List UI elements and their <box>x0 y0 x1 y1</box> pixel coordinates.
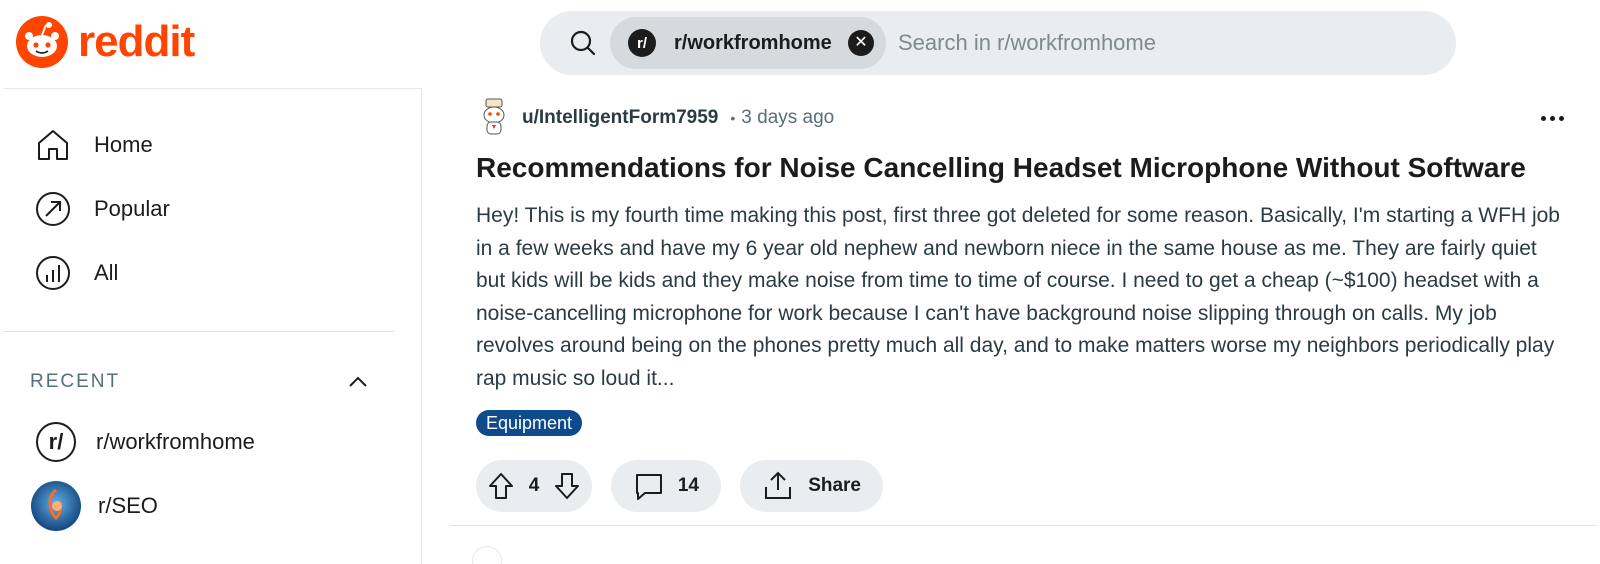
popular-arrow-icon <box>36 192 70 226</box>
recent-item-label: r/workfromhome <box>96 429 255 454</box>
share-button[interactable]: Share <box>740 460 883 512</box>
vote-count: 4 <box>528 475 540 496</box>
subreddit-avatar: r/ <box>36 422 76 462</box>
search-input[interactable] <box>898 11 1438 75</box>
recent-item-workfromhome[interactable]: r/ r/workfromhome <box>30 415 255 469</box>
sidebar-item-all[interactable]: All <box>34 249 118 297</box>
comment-count: 14 <box>677 475 699 496</box>
close-icon[interactable]: ✕ <box>848 30 874 56</box>
all-chart-icon <box>36 256 70 290</box>
next-post-avatar <box>472 546 502 564</box>
post-body[interactable]: Hey! This is my fourth time making this … <box>476 200 1566 395</box>
post-meta: u/IntelligentForm7959 • 3 days ago <box>476 98 834 138</box>
vote-control: 4 <box>476 460 592 512</box>
reddit-wordmark: reddit <box>78 17 195 66</box>
more-options-icon[interactable] <box>1536 104 1568 132</box>
share-icon <box>765 471 791 499</box>
sidebar-item-label: All <box>94 260 119 285</box>
post-timestamp: 3 days ago <box>741 107 835 128</box>
left-sidebar: Home Popular All RECENT r/ r/workfromhom… <box>4 88 422 564</box>
downvote-icon[interactable] <box>554 472 580 500</box>
recent-item-seo[interactable]: r/SEO <box>30 479 158 533</box>
scope-chip-label: r/workfromhome <box>674 31 832 54</box>
post-card[interactable]: u/IntelligentForm7959 • 3 days ago Recom… <box>450 88 1596 564</box>
sidebar-item-popular[interactable]: Popular <box>34 185 170 233</box>
post-actions: 4 14 Share <box>476 460 883 514</box>
home-icon <box>38 130 68 160</box>
post-flair[interactable]: Equipment <box>476 410 583 436</box>
recent-section-header[interactable]: RECENT <box>30 367 370 397</box>
seo-community-icon <box>31 481 81 531</box>
comment-icon <box>636 474 662 500</box>
sidebar-item-label: Popular <box>94 196 170 221</box>
sidebar-item-label: Home <box>94 132 153 157</box>
recent-title: RECENT <box>30 371 121 392</box>
comments-button[interactable]: 14 <box>611 460 721 512</box>
reddit-logo[interactable]: reddit <box>16 16 195 68</box>
top-bar: reddit r/ r/workfromhome ✕ <box>0 0 1600 88</box>
subreddit-scope-chip[interactable]: r/ r/workfromhome ✕ <box>610 17 886 69</box>
sidebar-divider <box>4 331 394 332</box>
search-bar[interactable]: r/ r/workfromhome ✕ <box>540 11 1456 75</box>
sidebar-item-home[interactable]: Home <box>34 121 153 169</box>
post-author[interactable]: u/IntelligentForm7959 <box>522 107 718 129</box>
post-title[interactable]: Recommendations for Noise Cancelling Hea… <box>476 150 1576 186</box>
search-icon[interactable] <box>568 28 598 58</box>
user-avatar-icon[interactable] <box>476 98 512 138</box>
upvote-icon[interactable] <box>488 472 514 500</box>
recent-item-label: r/SEO <box>98 493 158 518</box>
meta-separator: • <box>730 110 736 126</box>
share-label: Share <box>808 475 861 496</box>
subreddit-icon: r/ <box>628 29 656 57</box>
reddit-snoo-icon <box>16 16 68 68</box>
post-divider <box>450 525 1596 526</box>
chevron-up-icon[interactable] <box>346 370 370 394</box>
subreddit-avatar-text: r/ <box>48 429 64 454</box>
